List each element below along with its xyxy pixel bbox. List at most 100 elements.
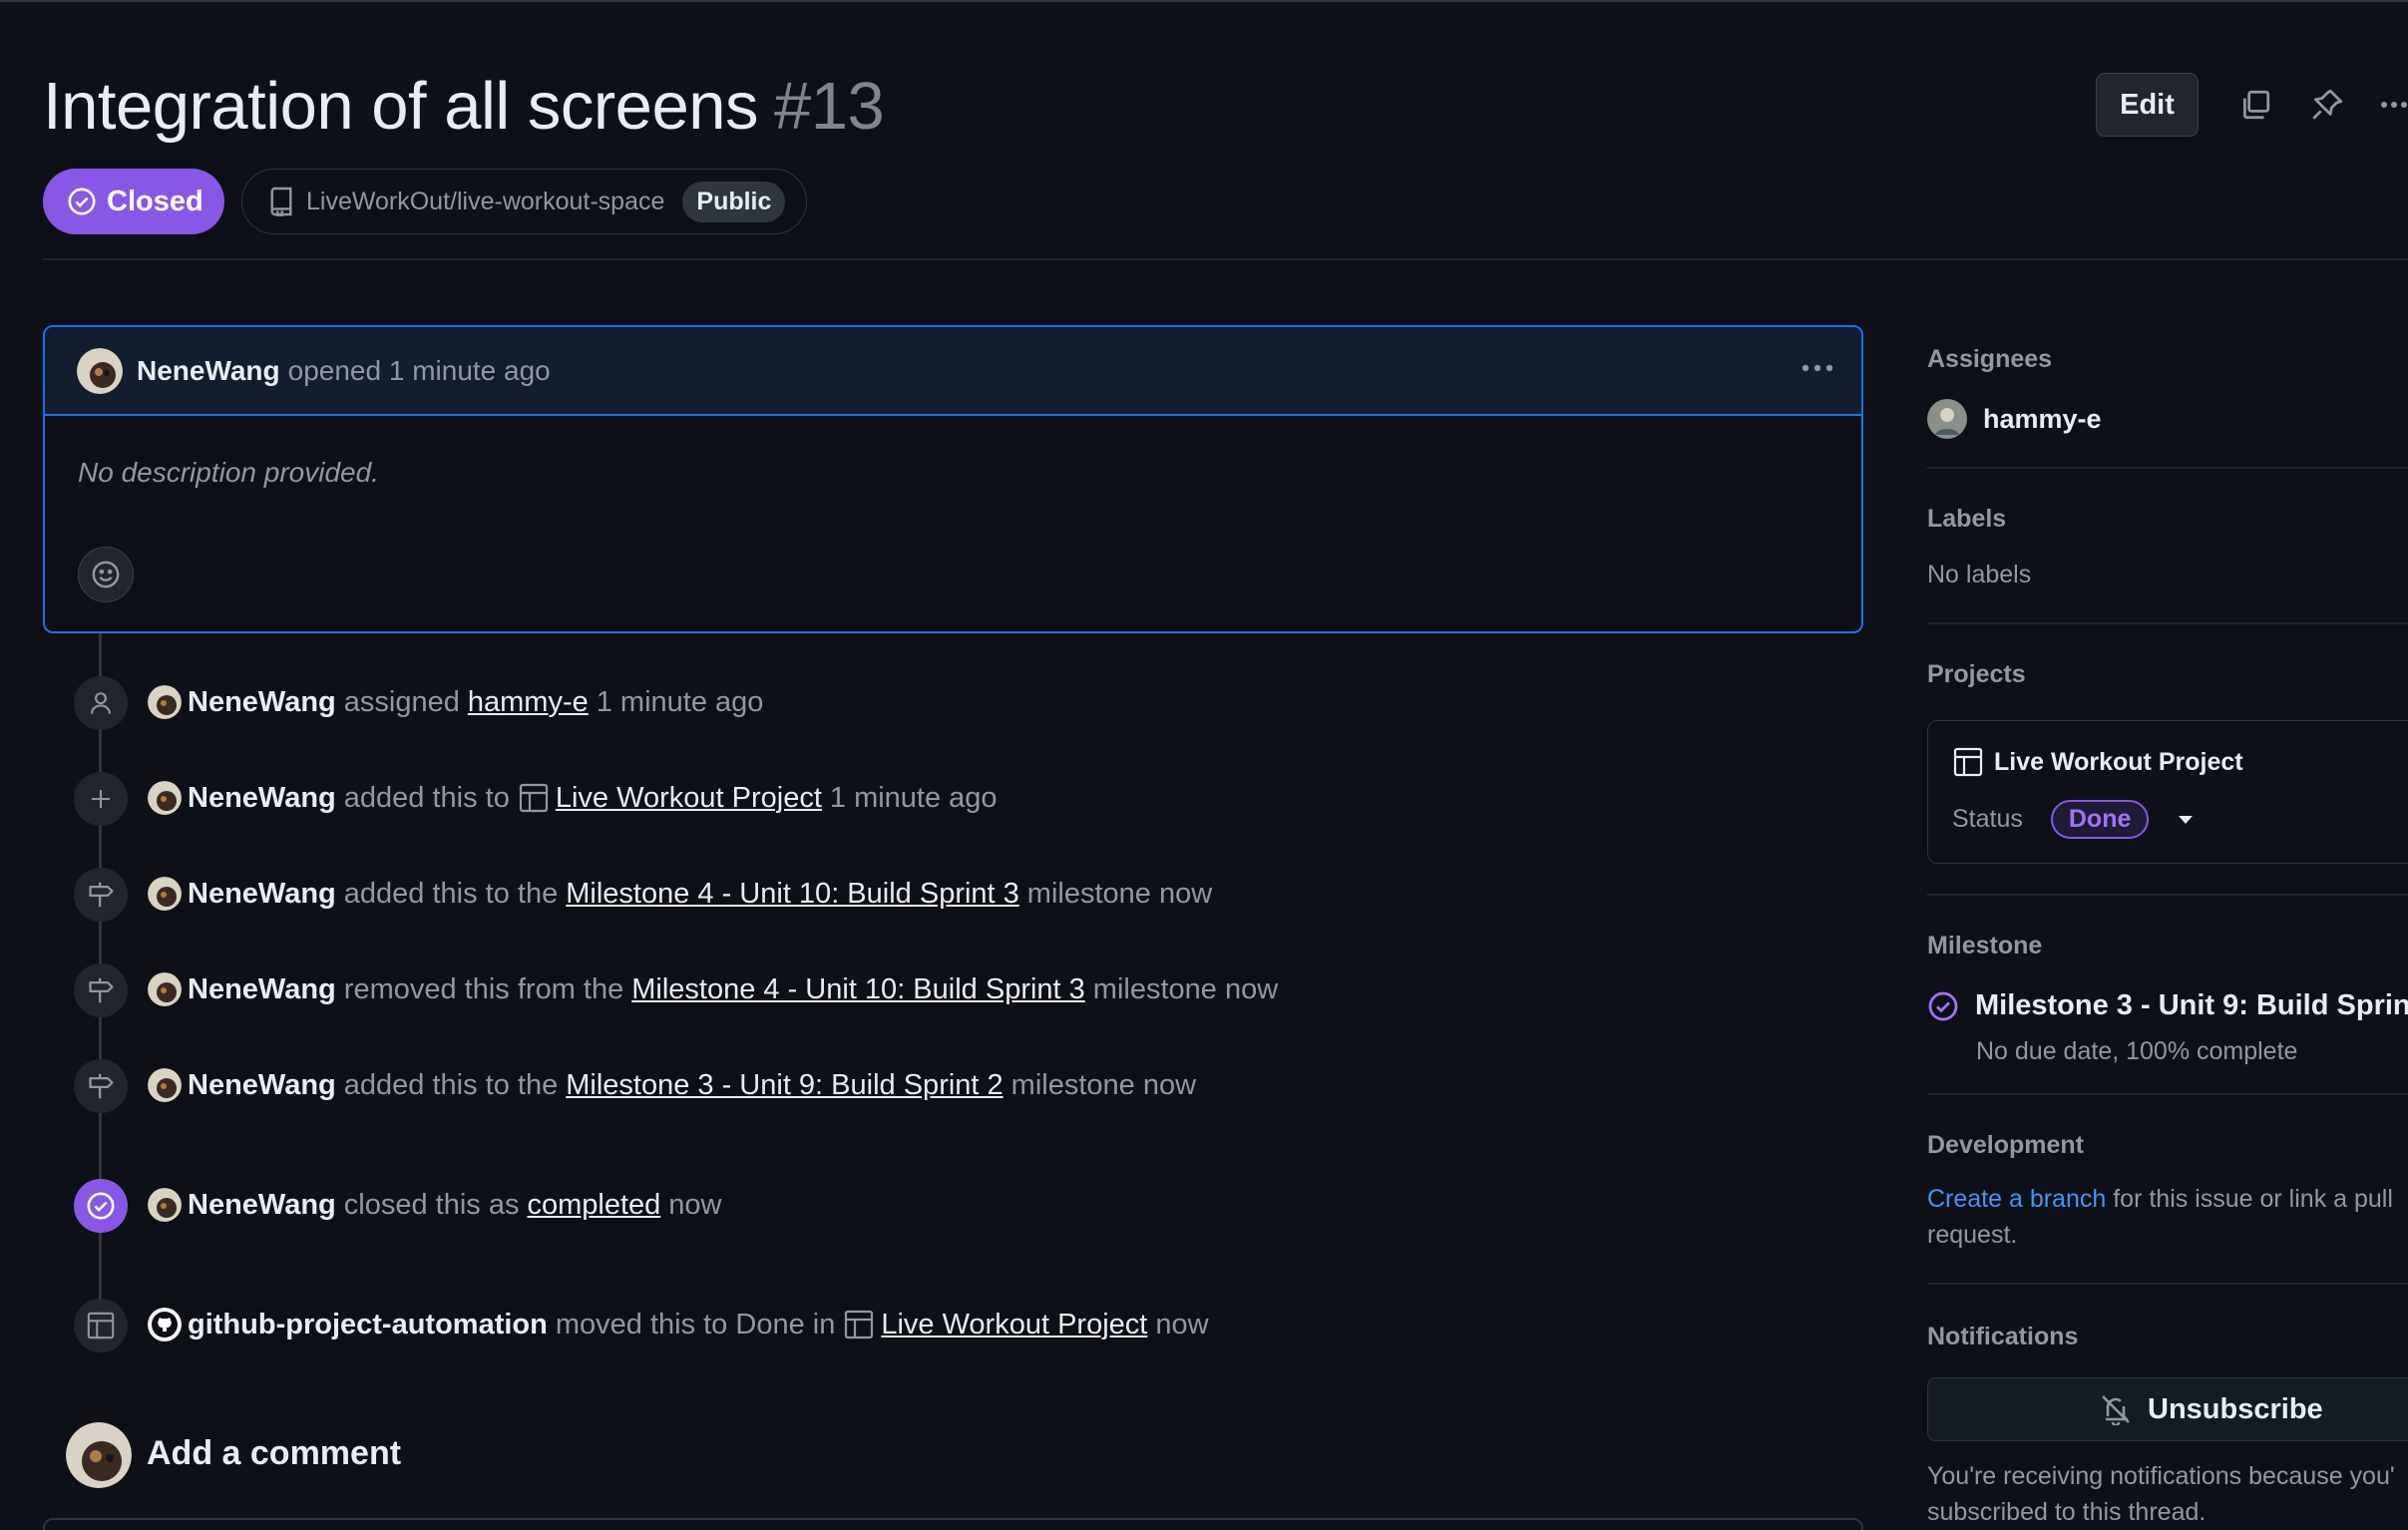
event-time: 1 minute ago: [829, 781, 998, 814]
timeline-event-icon: [74, 1179, 128, 1233]
event-actor[interactable]: NeneWang: [188, 878, 336, 911]
issue-author[interactable]: NeneWang: [137, 355, 280, 387]
avatar[interactable]: [66, 1422, 132, 1488]
check-circle-icon: [86, 1191, 116, 1221]
event-time: now: [668, 1188, 722, 1221]
sidebar-divider: [1927, 1283, 2408, 1285]
repo-icon: [268, 187, 294, 216]
event-actor[interactable]: NeneWang: [188, 782, 336, 815]
pin-icon[interactable]: [2310, 88, 2344, 122]
event-action: moved this to Done in: [555, 1308, 836, 1340]
sidebar-divider: [1927, 622, 2408, 624]
page-title: Integration of all screens #13: [43, 64, 885, 150]
triangle-down-icon[interactable]: [2177, 814, 2195, 826]
milestone-item[interactable]: Milestone 3 - Unit 9: Build Sprint: [1927, 989, 2408, 1022]
table-icon: [86, 1311, 116, 1340]
avatar[interactable]: [148, 781, 182, 815]
event-action: closed this as: [343, 1188, 520, 1221]
header-divider: [43, 258, 2408, 260]
project-status-row: Status Done: [1952, 800, 2195, 839]
project-link[interactable]: Live Workout Project: [556, 782, 822, 815]
repo-pill[interactable]: LiveWorkOut/live-workout-space Public: [241, 169, 807, 234]
development-text-1: for this issue or link a pull: [2113, 1185, 2393, 1213]
notifications-text-1: You're receiving notifications because y…: [1927, 1462, 2395, 1490]
table-icon: [843, 1309, 875, 1340]
milestone-meta: No due date, 100% complete: [1976, 1037, 2298, 1065]
labels-heading[interactable]: Labels: [1927, 505, 2006, 534]
timeline-event: NeneWang assigned hammy-e 1 minute ago: [148, 685, 763, 719]
event-actor[interactable]: NeneWang: [188, 973, 336, 1006]
milestone-link[interactable]: Milestone 4 - Unit 10: Build Sprint 3: [566, 878, 1019, 911]
check-circle-icon: [1927, 990, 1959, 1022]
add-comment-heading: Add a comment: [147, 1434, 402, 1472]
issue-title: Integration of all screens: [43, 69, 758, 144]
assignee-item[interactable]: hammy-e: [1927, 399, 2102, 439]
milestone-heading[interactable]: Milestone: [1927, 932, 2042, 960]
plus-icon: [89, 787, 113, 811]
copy-icon[interactable]: [2238, 88, 2272, 122]
unsubscribe-button[interactable]: Unsubscribe: [1927, 1377, 2408, 1441]
edit-button[interactable]: Edit: [2096, 73, 2199, 137]
add-reaction-button[interactable]: [78, 547, 134, 602]
notifications-text-2: subscribed to this thread.: [1927, 1498, 2207, 1526]
event-actor[interactable]: NeneWang: [188, 1069, 336, 1102]
issue-opened-text: opened 1 minute ago: [287, 354, 551, 386]
sidebar-divider: [1927, 1093, 2408, 1095]
project-item[interactable]: Live Workout Project: [1952, 746, 2243, 778]
notifications-heading: Notifications: [1927, 1323, 2079, 1350]
comment-editor[interactable]: [43, 1518, 1863, 1530]
event-time: milestone now: [1026, 877, 1213, 910]
development-text: Create a branch for this issue or link a…: [1927, 1185, 2393, 1214]
milestone-link[interactable]: Milestone 3 - Unit 9: Build Sprint 2: [566, 1069, 1003, 1102]
assignees-heading[interactable]: Assignees: [1927, 345, 2052, 374]
avatar[interactable]: [148, 1068, 182, 1102]
milestone-icon: [87, 976, 115, 1004]
more-options-icon[interactable]: [2380, 100, 2408, 110]
event-action: added this to the: [343, 877, 559, 910]
status-badge: Closed: [43, 169, 224, 234]
assignee-link[interactable]: hammy-e: [468, 686, 589, 719]
timeline-event-icon: [74, 1299, 128, 1352]
project-name[interactable]: Live Workout Project: [1994, 748, 2243, 777]
development-heading: Development: [1927, 1131, 2084, 1159]
github-logo-icon[interactable]: [148, 1308, 182, 1341]
project-link[interactable]: Live Workout Project: [881, 1309, 1147, 1341]
projects-heading[interactable]: Projects: [1927, 660, 2026, 689]
table-icon: [1952, 746, 1984, 778]
comment-options-icon[interactable]: [1801, 363, 1834, 373]
avatar[interactable]: [77, 347, 123, 394]
unsubscribe-label: Unsubscribe: [2148, 1392, 2323, 1425]
milestone-icon: [87, 881, 115, 909]
event-actor[interactable]: github-project-automation: [188, 1309, 548, 1341]
timeline-event: NeneWang closed this as completed now: [148, 1188, 722, 1222]
avatar[interactable]: [148, 877, 182, 911]
status-label: Status: [1952, 805, 2023, 833]
timeline-event: github-project-automation moved this to …: [148, 1308, 1209, 1341]
check-circle-icon: [67, 187, 97, 216]
visibility-badge: Public: [682, 181, 786, 222]
timeline-event-icon: [74, 1059, 128, 1113]
status-label: Closed: [107, 185, 203, 217]
milestone-link[interactable]: Milestone 4 - Unit 10: Build Sprint 3: [631, 973, 1085, 1006]
event-action: removed this from the: [343, 972, 624, 1005]
timeline-event-icon: [74, 868, 128, 922]
timeline-event: NeneWang added this to Live Workout Proj…: [148, 781, 998, 815]
avatar[interactable]: [148, 685, 182, 719]
event-actor[interactable]: NeneWang: [188, 1189, 336, 1222]
issue-body-header: NeneWang opened 1 minute ago: [45, 327, 1861, 416]
status-value-badge[interactable]: Done: [2050, 800, 2150, 839]
close-reason-link[interactable]: completed: [527, 1189, 660, 1222]
create-branch-link[interactable]: Create a branch: [1927, 1185, 2106, 1213]
event-time: milestone now: [1010, 1068, 1197, 1101]
timeline-event-icon: [74, 963, 128, 1017]
labels-value: No labels: [1927, 561, 2032, 588]
milestone-name[interactable]: Milestone 3 - Unit 9: Build Sprint: [1975, 989, 2408, 1022]
timeline-event: NeneWang added this to the Milestone 4 -…: [148, 877, 1212, 911]
assignee-name[interactable]: hammy-e: [1983, 404, 2102, 435]
person-icon: [88, 690, 114, 716]
avatar: [1927, 399, 1967, 439]
sidebar-divider: [1927, 894, 2408, 896]
event-actor[interactable]: NeneWang: [188, 686, 336, 719]
avatar[interactable]: [148, 972, 182, 1006]
avatar[interactable]: [148, 1188, 182, 1222]
